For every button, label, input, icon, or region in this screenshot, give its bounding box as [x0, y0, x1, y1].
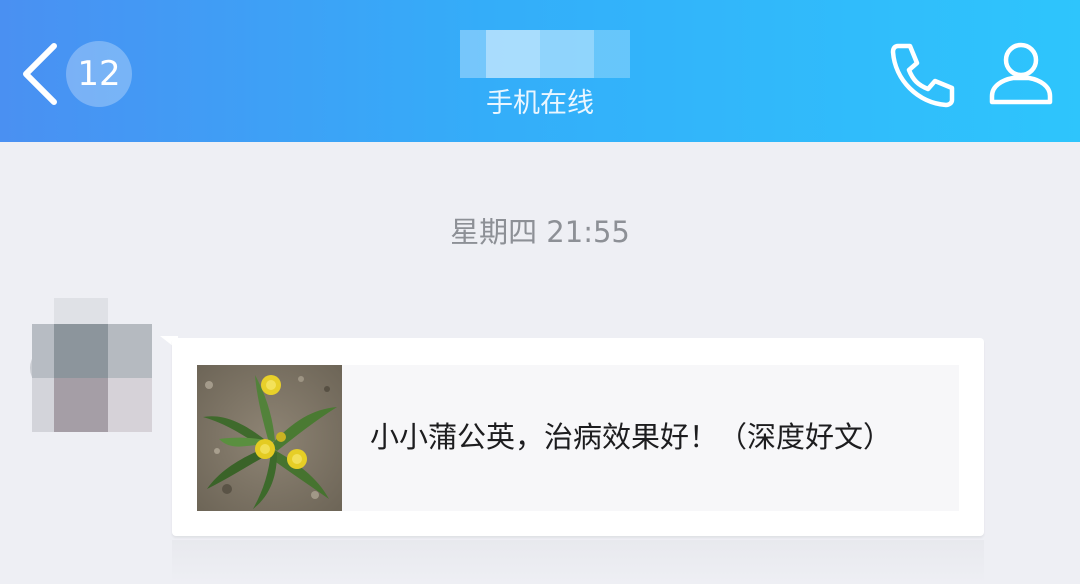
back-button[interactable] — [14, 36, 68, 112]
profile-button[interactable] — [986, 38, 1056, 108]
user-icon — [989, 42, 1053, 105]
chevron-left-icon — [23, 43, 57, 105]
shared-article-card[interactable]: 小小蒲公英，治病效果好！（深度好文） — [197, 365, 959, 511]
next-message-edge — [172, 540, 984, 584]
contact-name-redacted — [460, 30, 630, 78]
sender-avatar[interactable] — [28, 298, 152, 434]
contact-status: 手机在线 — [486, 88, 594, 119]
dandelion-thumbnail — [197, 365, 342, 511]
call-button[interactable] — [886, 38, 958, 110]
article-title: 小小蒲公英，治病效果好！（深度好文） — [370, 420, 893, 454]
phone-icon — [890, 43, 955, 108]
unread-count-badge[interactable]: 12 — [66, 41, 132, 107]
chat-header: 12 手机在线 — [0, 0, 1080, 142]
message-bubble[interactable]: 小小蒲公英，治病效果好！（深度好文） — [172, 338, 984, 536]
message-timestamp: 星期四 21:55 — [450, 215, 630, 249]
